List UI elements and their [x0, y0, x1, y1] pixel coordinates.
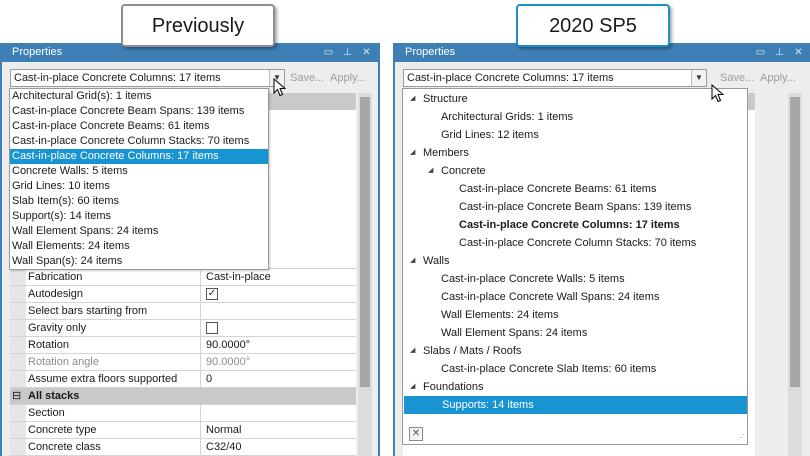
tree-item[interactable]: Architectural Grids: 1 items — [441, 108, 573, 126]
property-value[interactable]: 0 — [202, 371, 212, 387]
property-label: Concrete class — [26, 439, 201, 455]
apply-button[interactable]: Apply... — [330, 69, 366, 87]
dropdown-item[interactable]: Cast-in-place Concrete Column Stacks: 70… — [10, 134, 268, 149]
property-row-autodesign[interactable]: Autodesign ✓ — [10, 286, 356, 303]
property-label: Gravity only — [26, 320, 201, 336]
scrollbar-thumb[interactable] — [790, 97, 800, 387]
property-label: Autodesign — [26, 286, 201, 302]
dropdown-item[interactable]: Wall Element Spans: 24 items — [10, 224, 268, 239]
tree-item[interactable]: Wall Elements: 24 items — [441, 306, 559, 324]
save-button[interactable]: Save... — [290, 69, 324, 87]
dropdown-item[interactable]: Wall Elements: 24 items — [10, 239, 268, 254]
tree-item-selected[interactable]: Supports: 14 items — [404, 396, 747, 414]
panel-title: Properties — [405, 46, 456, 58]
dropdown-item[interactable]: Cast-in-place Concrete Beam Spans: 139 i… — [10, 104, 268, 119]
selection-dropdown-list: Architectural Grid(s): 1 items Cast-in-p… — [9, 88, 269, 270]
panel-toolbar: Cast-in-place Concrete Columns: 17 items… — [403, 69, 804, 87]
property-label: Rotation angle — [26, 354, 201, 370]
tree-group-slabs[interactable]: Slabs / Mats / Roofs — [423, 342, 521, 360]
tree-item[interactable]: Cast-in-place Concrete Walls: 5 items — [441, 270, 625, 288]
tree-group-concrete[interactable]: Concrete — [441, 162, 486, 180]
property-row-fabrication[interactable]: Fabrication Cast-in-place — [10, 269, 356, 286]
autodesign-checkbox[interactable]: ✓ — [206, 288, 218, 300]
property-row-concrete-type[interactable]: Concrete type Normal — [10, 422, 356, 439]
property-label: Section — [26, 405, 201, 421]
vertical-scrollbar[interactable] — [788, 93, 802, 456]
property-label: Rotation — [26, 337, 201, 353]
dropdown-item[interactable]: Wall Span(s): 24 items — [10, 254, 268, 269]
property-row-section[interactable]: Section — [10, 405, 356, 422]
collapse-caret-icon[interactable]: ◢ — [410, 90, 415, 108]
category-label: All stacks — [28, 390, 80, 402]
collapse-caret-icon[interactable]: ◢ — [410, 252, 415, 270]
property-value: 90.0000° — [206, 356, 251, 368]
tree-item[interactable]: Cast-in-place Concrete Beams: 61 items — [459, 180, 656, 198]
property-label: Select bars starting from — [26, 303, 201, 319]
clear-selection-button[interactable]: ✕ — [409, 427, 423, 441]
gravity-only-checkbox[interactable] — [206, 322, 218, 334]
property-grid: Fabrication Cast-in-place Autodesign ✓ S… — [10, 261, 356, 456]
resize-grip-icon[interactable]: ⋰ — [737, 433, 745, 442]
combo-value: Cast-in-place Concrete Columns: 17 items — [14, 72, 221, 84]
scrollbar-thumb[interactable] — [360, 97, 370, 387]
tree-item[interactable]: Cast-in-place Concrete Column Stacks: 70… — [459, 234, 696, 252]
tree-item[interactable]: Grid Lines: 12 items — [441, 126, 539, 144]
tree-group-structure[interactable]: Structure — [423, 90, 468, 108]
chevron-down-icon[interactable]: ▼ — [691, 70, 706, 86]
property-value[interactable]: Normal — [202, 422, 241, 438]
save-button[interactable]: Save... — [720, 69, 754, 87]
property-label: Assume extra floors supported — [26, 371, 201, 387]
pin-icon[interactable]: ⊥ — [774, 43, 785, 62]
dropdown-item[interactable]: Grid Lines: 10 items — [10, 179, 268, 194]
pin-icon[interactable]: ⊥ — [342, 43, 353, 62]
panel-toolbar: Cast-in-place Concrete Columns: 17 items… — [10, 69, 372, 87]
collapse-caret-icon[interactable]: ◢ — [410, 378, 415, 396]
dropdown-item[interactable]: Support(s): 14 items — [10, 209, 268, 224]
property-row-concrete-class[interactable]: Concrete class C32/40 — [10, 439, 356, 456]
tree-item-current[interactable]: Cast-in-place Concrete Columns: 17 items — [459, 216, 680, 234]
property-row-select-bars[interactable]: Select bars starting from — [10, 303, 356, 320]
selection-combo[interactable]: Cast-in-place Concrete Columns: 17 items… — [10, 69, 285, 87]
apply-button[interactable]: Apply... — [760, 69, 796, 87]
property-value[interactable]: C32/40 — [202, 439, 241, 455]
close-icon[interactable]: ✕ — [361, 43, 372, 62]
selection-combo[interactable]: Cast-in-place Concrete Columns: 17 items… — [403, 69, 707, 87]
tree-group-walls[interactable]: Walls — [423, 252, 449, 270]
dropdown-item[interactable]: Cast-in-place Concrete Beams: 61 items — [10, 119, 268, 134]
category-all-stacks[interactable]: ⊟ All stacks — [10, 388, 356, 405]
callout-2020-sp5: 2020 SP5 — [516, 4, 670, 47]
combo-value: Cast-in-place Concrete Columns: 17 items — [407, 72, 614, 84]
collapse-caret-icon[interactable]: ◢ — [428, 162, 433, 180]
tree-group-foundations[interactable]: Foundations — [423, 378, 484, 396]
dropdown-item[interactable]: Architectural Grid(s): 1 items — [10, 89, 268, 104]
collapse-icon[interactable]: ⊟ — [12, 388, 21, 404]
dropdown-item-selected[interactable]: Cast-in-place Concrete Columns: 17 items — [10, 149, 268, 164]
callout-previously: Previously — [121, 4, 275, 47]
tree-item[interactable]: Cast-in-place Concrete Slab Items: 60 it… — [441, 360, 656, 378]
selection-tree-dropdown: ◢ Structure Architectural Grids: 1 items… — [402, 88, 748, 445]
tree-group-members[interactable]: Members — [423, 144, 469, 162]
tree-item[interactable]: Cast-in-place Concrete Beam Spans: 139 i… — [459, 198, 691, 216]
property-value[interactable]: 90.0000° — [202, 337, 250, 353]
property-row-extra-floors[interactable]: Assume extra floors supported 0 — [10, 371, 356, 388]
property-label: Concrete type — [26, 422, 201, 438]
collapse-caret-icon[interactable]: ◢ — [410, 144, 415, 162]
collapse-caret-icon[interactable]: ◢ — [410, 342, 415, 360]
dropdown-item[interactable]: Concrete Walls: 5 items — [10, 164, 268, 179]
tree-item[interactable]: Wall Element Spans: 24 items — [441, 324, 587, 342]
close-icon[interactable]: ✕ — [793, 43, 804, 62]
tree-item[interactable]: Cast-in-place Concrete Wall Spans: 24 it… — [441, 288, 659, 306]
vertical-scrollbar[interactable] — [358, 93, 372, 456]
restore-icon[interactable]: ▭ — [323, 43, 334, 62]
property-label: Fabrication — [26, 269, 201, 285]
dropdown-item[interactable]: Slab Item(s): 60 items — [10, 194, 268, 209]
restore-icon[interactable]: ▭ — [755, 43, 766, 62]
panel-title: Properties — [12, 46, 63, 58]
property-row-gravity-only[interactable]: Gravity only — [10, 320, 356, 337]
property-row-rotation[interactable]: Rotation 90.0000° — [10, 337, 356, 354]
property-value[interactable]: Cast-in-place — [202, 269, 271, 285]
property-row-rotation-angle: Rotation angle 90.0000° — [10, 354, 356, 371]
